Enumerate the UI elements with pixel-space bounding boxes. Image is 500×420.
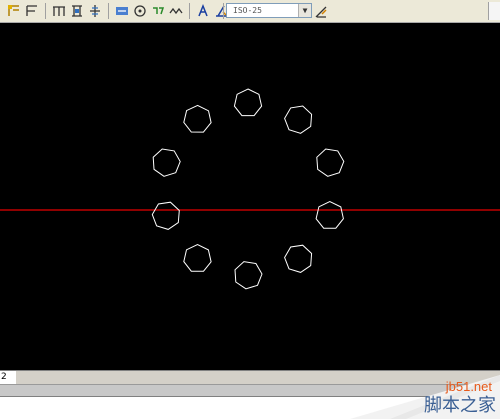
dimension-toolbar: ISO-25 ▼ [0, 0, 500, 23]
heptagon-shape[interactable] [233, 88, 263, 117]
dim-aligned-icon[interactable] [24, 3, 40, 19]
heptagon-shape[interactable] [183, 104, 212, 133]
heptagon-shape[interactable] [183, 244, 212, 272]
layout-tab[interactable]: 2 [0, 371, 16, 384]
drawing-svg [0, 88, 500, 290]
toolbar-separator [45, 3, 46, 19]
dim-style-value: ISO-25 [233, 6, 262, 15]
dim-style-icon[interactable] [314, 4, 328, 18]
dim-jogged-icon[interactable] [168, 3, 184, 19]
toolbar-separator [108, 3, 109, 19]
dim-style-dropdown[interactable]: ISO-25 ▼ [226, 3, 312, 18]
dim-center-icon[interactable] [132, 3, 148, 19]
dim-continue-icon[interactable] [69, 3, 85, 19]
heptagon-shape[interactable] [234, 261, 263, 290]
heptagon-shape[interactable] [284, 244, 313, 273]
toolbar-separator [189, 3, 190, 19]
heptagon-shape[interactable] [316, 148, 345, 177]
heptagon-shape[interactable] [151, 201, 180, 230]
dim-edit-text-icon[interactable] [195, 3, 211, 19]
dim-tolerance-icon[interactable] [150, 3, 166, 19]
dim-angular-icon[interactable] [114, 3, 130, 19]
heptagon-shape[interactable] [284, 105, 313, 134]
heptagon-shape[interactable] [152, 148, 181, 177]
toolbar-separator [223, 3, 224, 19]
watermark: jb51.net 脚本之家 [350, 375, 500, 419]
dim-ordinate-icon[interactable] [87, 3, 103, 19]
watermark-brand: 脚本之家 [424, 395, 496, 416]
toolbar-overflow[interactable] [488, 2, 500, 20]
dim-linear-icon[interactable] [6, 3, 22, 19]
layout-tab-label: 2 [1, 372, 7, 382]
dim-baseline-icon[interactable] [51, 3, 67, 19]
toolbar-group-dims [6, 2, 247, 20]
heptagon-shape[interactable] [315, 201, 344, 229]
drawing-canvas[interactable] [0, 23, 500, 370]
heptagon-array [151, 88, 345, 290]
chevron-down-icon[interactable]: ▼ [298, 4, 311, 17]
